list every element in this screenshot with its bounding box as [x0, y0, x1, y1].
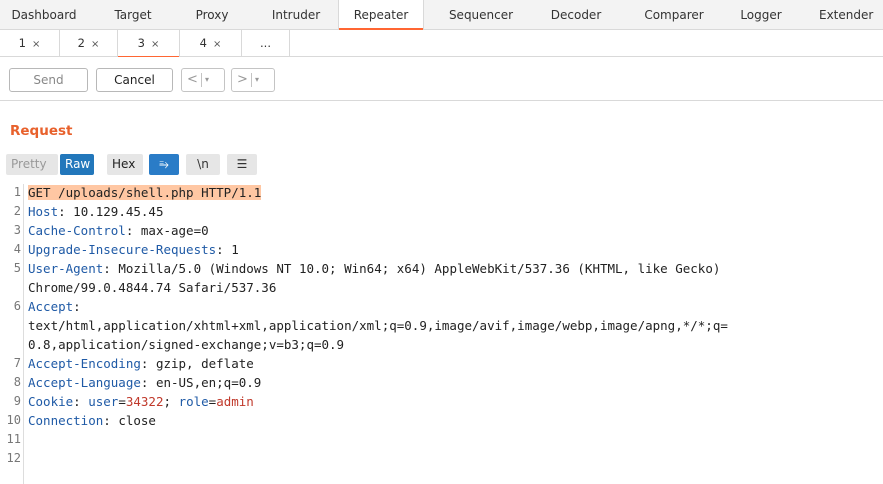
- header-line-accept[interactable]: Accept:: [28, 299, 81, 314]
- view-hex-button[interactable]: Hex: [107, 154, 143, 175]
- send-button[interactable]: Send: [9, 68, 88, 92]
- chevron-right-icon: >: [237, 72, 248, 87]
- chevron-left-icon: <: [187, 72, 198, 87]
- repeater-tab-label: 3: [137, 36, 145, 50]
- divider: [251, 73, 252, 87]
- header-name: Cookie: [28, 394, 74, 409]
- view-raw-button[interactable]: Raw: [60, 154, 94, 175]
- repeater-tab-label: 2: [77, 36, 85, 50]
- divider: [201, 73, 202, 87]
- top-tab-bar: Dashboard Target Proxy Intruder Repeater…: [0, 0, 883, 31]
- line-gutter-divider: [23, 184, 24, 484]
- cookie-name: role: [178, 394, 209, 409]
- menu-icon[interactable]: ☰: [227, 154, 257, 175]
- repeater-tab-1[interactable]: 1 ×: [0, 30, 60, 57]
- close-icon[interactable]: ×: [213, 39, 221, 50]
- line-number: 2: [13, 204, 21, 218]
- tab-intruder[interactable]: Intruder: [259, 0, 333, 30]
- line-number: 7: [13, 356, 21, 370]
- tab-comparer[interactable]: Comparer: [631, 0, 717, 30]
- header-line-continuation[interactable]: Chrome/99.0.4844.74 Safari/537.36: [28, 280, 276, 295]
- line-number: 11: [6, 432, 21, 446]
- line-number: 1: [13, 185, 21, 199]
- chevron-down-icon[interactable]: ▾: [205, 69, 209, 91]
- repeater-tab-4[interactable]: 4 ×: [180, 30, 242, 57]
- header-line-cookie[interactable]: Cookie: user=34322; role=admin: [28, 394, 254, 409]
- show-newlines-button[interactable]: \n: [186, 154, 220, 175]
- header-value: 10.129.45.45: [65, 204, 164, 219]
- header-name: Accept-Encoding: [28, 356, 141, 371]
- repeater-toolbar: Send Cancel < ▾ > ▾: [0, 57, 883, 101]
- header-line-accept-encoding[interactable]: Accept-Encoding: gzip, deflate: [28, 356, 254, 371]
- history-back-button[interactable]: < ▾: [181, 68, 225, 92]
- header-line-host[interactable]: Host: 10.129.45.45: [28, 204, 163, 219]
- line-number: 3: [13, 223, 21, 237]
- header-line-connection[interactable]: Connection: close: [28, 413, 156, 428]
- header-name: Connection: [28, 413, 104, 428]
- header-line-cache-control[interactable]: Cache-Control: max-age=0: [28, 223, 209, 238]
- chevron-down-icon[interactable]: ▾: [255, 69, 259, 91]
- request-line[interactable]: GET /uploads/shell.php HTTP/1.1: [28, 185, 262, 200]
- cookie-value: 34322: [125, 394, 164, 409]
- close-icon[interactable]: ×: [91, 39, 99, 50]
- header-value: max-age=0: [133, 223, 209, 238]
- tab-target[interactable]: Target: [103, 0, 163, 30]
- header-line-continuation[interactable]: text/html,application/xhtml+xml,applicat…: [28, 318, 728, 333]
- header-value: Mozilla/5.0 (Windows NT 10.0; Win64; x64…: [110, 261, 721, 276]
- view-pretty-button[interactable]: Pretty: [6, 154, 58, 175]
- header-line-continuation[interactable]: 0.8,application/signed-exchange;v=b3;q=0…: [28, 337, 344, 352]
- close-icon[interactable]: ×: [151, 39, 159, 50]
- tab-repeater[interactable]: Repeater: [338, 0, 424, 31]
- line-number: 6: [13, 299, 21, 313]
- repeater-tab-2[interactable]: 2 ×: [60, 30, 118, 57]
- repeater-tab-more[interactable]: ...: [242, 30, 290, 57]
- header-value: close: [110, 413, 156, 428]
- header-line-accept-language[interactable]: Accept-Language: en-US,en;q=0.9: [28, 375, 261, 390]
- cancel-button[interactable]: Cancel: [96, 68, 173, 92]
- header-name: User-Agent: [28, 261, 104, 276]
- wrap-lines-icon[interactable]: ⥱: [149, 154, 179, 175]
- header-value: en-US,en;q=0.9: [148, 375, 262, 390]
- repeater-tab-label: 4: [199, 36, 207, 50]
- header-name: Host: [28, 204, 59, 219]
- cookie-value: admin: [216, 394, 254, 409]
- repeater-tab-3[interactable]: 3 ×: [118, 30, 180, 58]
- request-panel-title: Request: [10, 123, 73, 139]
- request-editor[interactable]: 1 GET /uploads/shell.php HTTP/1.1 2 Host…: [0, 184, 883, 484]
- tab-dashboard[interactable]: Dashboard: [0, 0, 88, 30]
- tab-extender[interactable]: Extender: [811, 0, 883, 30]
- tab-decoder[interactable]: Decoder: [541, 0, 611, 30]
- repeater-tab-label: 1: [18, 36, 26, 50]
- cookie-name: user: [88, 394, 119, 409]
- history-forward-button[interactable]: > ▾: [231, 68, 275, 92]
- tab-logger[interactable]: Logger: [730, 0, 792, 30]
- tab-sequencer[interactable]: Sequencer: [438, 0, 524, 30]
- line-number: 5: [13, 261, 21, 275]
- header-line-user-agent[interactable]: User-Agent: Mozilla/5.0 (Windows NT 10.0…: [28, 261, 720, 276]
- line-number: 10: [6, 413, 21, 427]
- header-value: 1: [223, 242, 239, 257]
- header-name: Accept: [28, 299, 74, 314]
- close-icon[interactable]: ×: [32, 39, 40, 50]
- header-value: gzip, deflate: [148, 356, 254, 371]
- line-number: 12: [6, 451, 21, 465]
- header-line-upgrade-insecure[interactable]: Upgrade-Insecure-Requests: 1: [28, 242, 239, 257]
- header-name: Accept-Language: [28, 375, 141, 390]
- repeater-tab-bar: 1 × 2 × 3 × 4 × ...: [0, 30, 883, 58]
- line-number: 4: [13, 242, 21, 256]
- repeater-tab-label: ...: [260, 36, 271, 50]
- header-name: Upgrade-Insecure-Requests: [28, 242, 217, 257]
- tab-proxy[interactable]: Proxy: [184, 0, 240, 30]
- line-number: 8: [13, 375, 21, 389]
- line-number: 9: [13, 394, 21, 408]
- header-name: Cache-Control: [28, 223, 126, 238]
